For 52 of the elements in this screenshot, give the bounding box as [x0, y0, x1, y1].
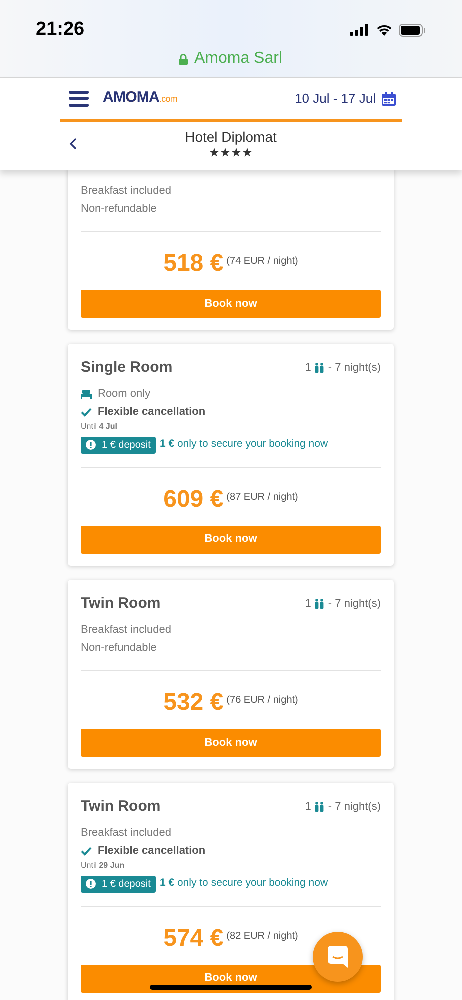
- price: 518 €: [164, 250, 224, 278]
- check-icon: [81, 847, 92, 856]
- nights-count: - 7 night(s): [328, 800, 381, 815]
- nights-count: - 7 night(s): [328, 361, 381, 376]
- deadline-text: Until 4 Jul: [81, 422, 118, 432]
- clock: 21:26: [36, 18, 85, 42]
- deposit-badge: 1 € deposit: [81, 876, 156, 892]
- feature-text: Flexible cancellation: [98, 405, 206, 420]
- deposit-text: 1 € only to secure your booking now: [160, 876, 328, 892]
- guest-count: 1: [305, 596, 312, 612]
- nights-count: - 7 night(s): [328, 596, 381, 612]
- guests-icon: [314, 363, 326, 374]
- battery-icon: [399, 24, 426, 36]
- price-per-night: (74 EUR / night): [226, 255, 298, 269]
- guest-count: 1: [305, 800, 312, 815]
- price-per-night: (82 EUR / night): [226, 930, 298, 944]
- feature-text: Non-refundable: [81, 202, 157, 217]
- signal-icon: [350, 24, 370, 36]
- price: 574 €: [164, 924, 224, 952]
- hotel-name: Hotel Diplomat: [185, 128, 277, 146]
- price-per-night: (87 EUR / night): [226, 490, 298, 504]
- feature-text: Breakfast included: [81, 622, 172, 638]
- room-title: Twin Room: [81, 797, 161, 817]
- feature-text: Breakfast included: [81, 184, 172, 199]
- lock-icon: [179, 54, 188, 64]
- price-per-night: (76 EUR / night): [226, 694, 298, 708]
- book-button[interactable]: Book now: [81, 729, 381, 757]
- price: 532 €: [164, 689, 224, 717]
- date-range[interactable]: 10 Jul - 17 Jul: [295, 88, 376, 108]
- price: 609 €: [164, 486, 224, 514]
- menu-button[interactable]: [69, 90, 89, 106]
- site-name[interactable]: Amoma Sarl: [194, 47, 283, 71]
- feature-text: Breakfast included: [81, 826, 172, 842]
- logo[interactable]: AMOMA.com: [103, 87, 178, 110]
- room-title: Twin Room: [81, 594, 161, 614]
- feature-text: Room only: [98, 387, 151, 402]
- deposit-text: 1 € only to secure your booking now: [160, 437, 328, 452]
- calendar-icon[interactable]: [382, 92, 396, 106]
- deadline-text: Until 29 Jun: [81, 860, 126, 870]
- guest-count: 1: [305, 361, 312, 376]
- guests-icon: [314, 802, 326, 812]
- feature-text: Non-refundable: [81, 640, 157, 656]
- guests-icon: [314, 598, 326, 609]
- room-title: Single Room: [81, 358, 173, 378]
- book-button[interactable]: Book now: [81, 290, 381, 318]
- chat-icon: [328, 946, 348, 968]
- check-icon: [81, 408, 92, 417]
- bed-icon: [81, 390, 92, 399]
- wifi-icon: [376, 24, 393, 36]
- feature-text: Flexible cancellation: [98, 844, 206, 860]
- deposit-badge: 1 € deposit: [81, 436, 156, 454]
- book-button[interactable]: Book now: [81, 526, 381, 554]
